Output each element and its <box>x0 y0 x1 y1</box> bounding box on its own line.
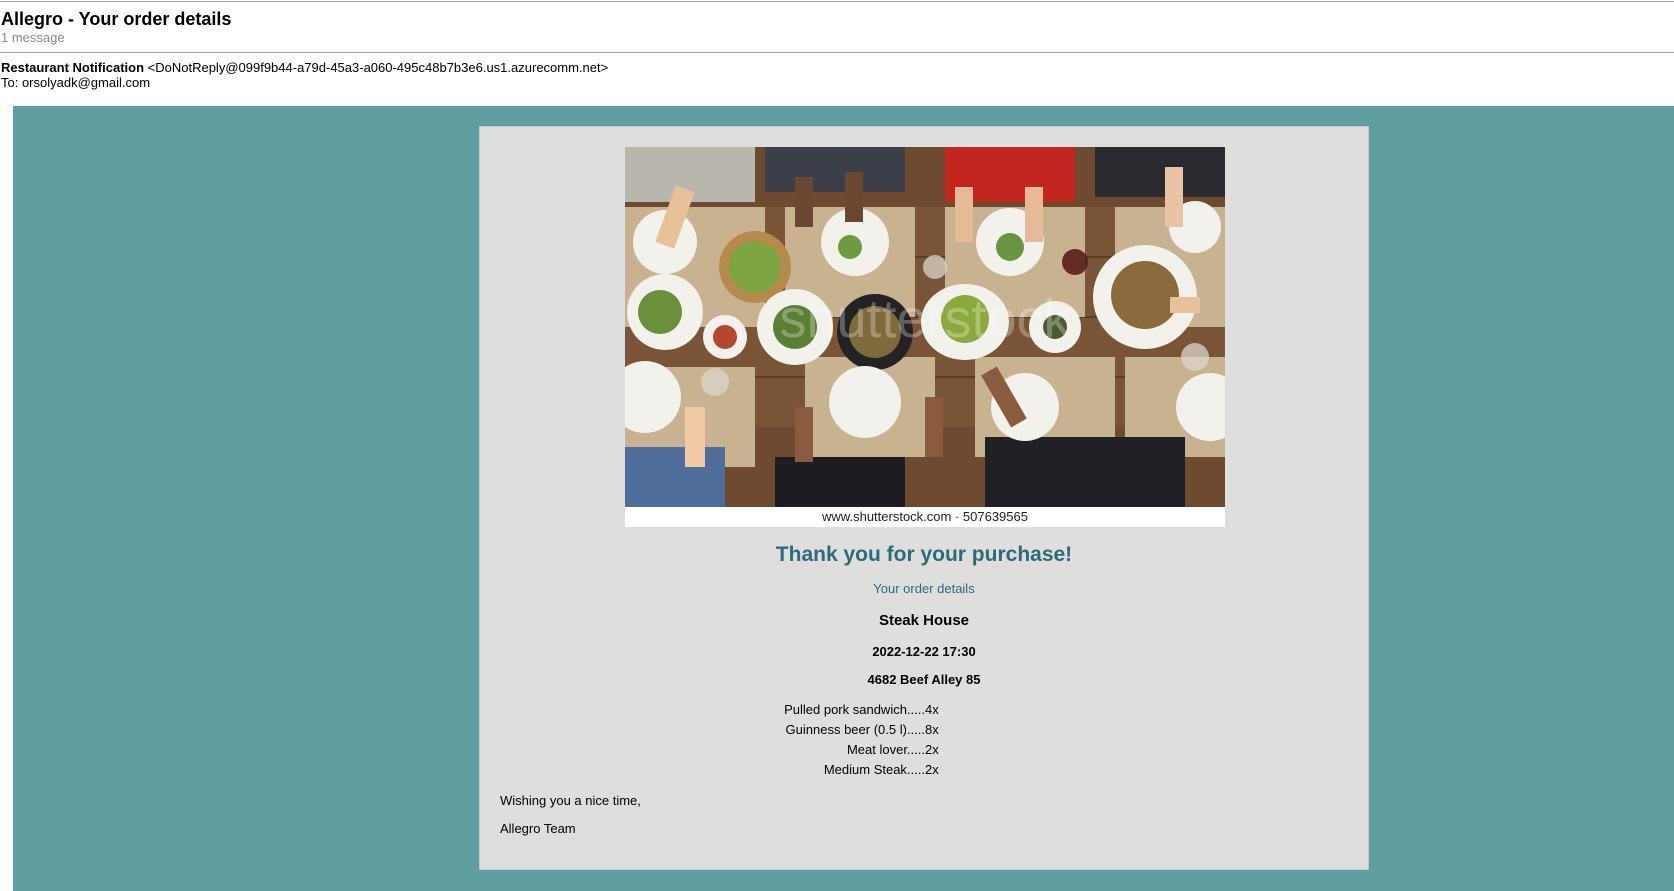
message-count: 1 message <box>1 30 65 45</box>
restaurant-address: 4682 Beef Alley 85 <box>867 672 981 687</box>
image-credit: www.shutterstock.com · 507639565 <box>625 507 1225 527</box>
dining-table-photo: shutterstock <box>625 147 1225 507</box>
list-item: Pulled pork sandwich..... 4x <box>700 700 1080 720</box>
email-subject: Allegro - Your order details <box>1 9 232 29</box>
reservation-datetime: 2022-12-22 17:30 <box>872 644 976 659</box>
order-items-list: Pulled pork sandwich..... 4x Guinness be… <box>700 700 1080 780</box>
closing-line: Wishing you a nice time, <box>500 793 641 808</box>
list-item: Meat lover..... 2x <box>700 740 1080 760</box>
item-name: Pulled pork sandwich..... <box>784 702 925 717</box>
watermark-text: shutterstock <box>779 289 1071 349</box>
sender-line: Restaurant Notification <DoNotReply@099f… <box>1 60 608 75</box>
recipient-line: To: orsolyadk@gmail.com <box>1 75 151 90</box>
item-name: Meat lover..... <box>846 742 925 757</box>
header-divider <box>0 52 1674 53</box>
restaurant-name: Steak House <box>878 612 970 629</box>
order-details-label: Your order details <box>873 581 975 596</box>
sender-name: Restaurant Notification <box>1 60 145 75</box>
list-item: Medium Steak..... 2x <box>700 760 1080 780</box>
sender-address[interactable]: <DoNotReply@099f9b44-a79d-45a3-a060-495c… <box>148 60 609 75</box>
item-quantity: 8x <box>925 722 939 737</box>
signature: Allegro Team <box>500 821 576 836</box>
item-quantity: 4x <box>925 702 939 717</box>
item-name: Medium Steak..... <box>823 762 925 777</box>
item-quantity: 2x <box>925 762 939 777</box>
item-quantity: 2x <box>925 742 939 757</box>
list-item: Guinness beer (0.5 l)..... 8x <box>700 720 1080 740</box>
top-divider <box>0 1 1674 2</box>
thank-you-heading: Thank you for your purchase! <box>775 543 1073 566</box>
item-name: Guinness beer (0.5 l)..... <box>785 722 925 737</box>
